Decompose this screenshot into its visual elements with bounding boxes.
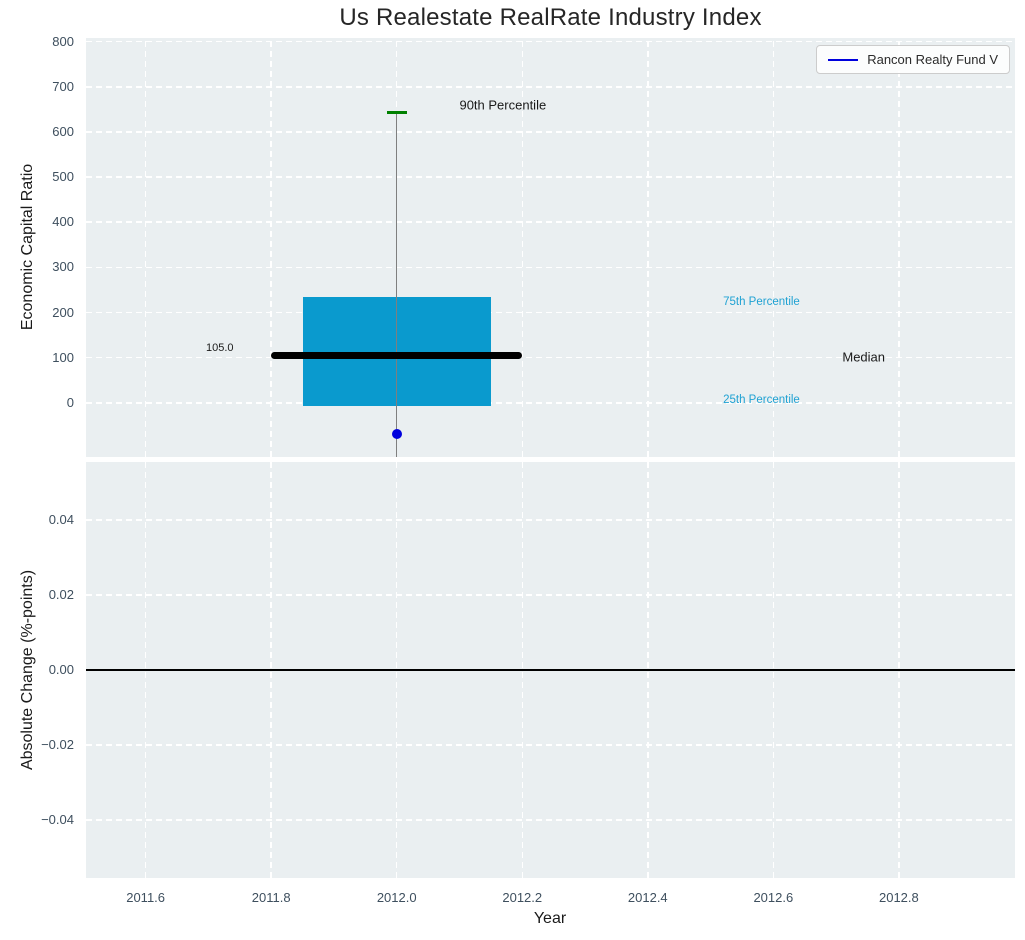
annotation-median: Median	[842, 349, 886, 365]
zero-line	[86, 669, 1015, 671]
median-line	[271, 351, 523, 359]
top-y-tick-label: 600	[52, 123, 74, 139]
x-tick-label: 2011.8	[251, 890, 291, 905]
legend-label: Rancon Realty Fund V	[867, 52, 998, 67]
gridline-vertical	[144, 38, 147, 457]
bottom-y-tick-label: 0.04	[48, 511, 74, 527]
top-y-tick-label: 0	[66, 394, 74, 410]
gridline-horizontal	[86, 266, 1015, 269]
whisker-line	[395, 112, 398, 457]
chart-title: Us Realestate RealRate Industry Index	[339, 4, 762, 31]
gridline-vertical	[647, 38, 649, 457]
whisker-cap-90th	[386, 110, 407, 114]
gridline-horizontal	[86, 176, 1015, 178]
bottom-y-tick-label: 0.02	[48, 586, 74, 602]
x-tick-label: 2012.0	[376, 890, 417, 905]
annotation-105-0: 105.0	[205, 341, 234, 354]
annotation-90th-percentile: 90th Percentile	[459, 97, 547, 113]
bottom-y-tick-label: −0.04	[41, 811, 74, 827]
top-y-tick-label: 400	[52, 213, 74, 229]
gridline-horizontal	[86, 221, 1015, 223]
fund-point	[391, 429, 402, 440]
bottom-y-tick-label: 0.00	[48, 661, 74, 677]
gridline-vertical	[270, 38, 272, 457]
x-tick-label: 2012.8	[878, 890, 919, 905]
annotation-75th-percentile: 75th Percentile	[723, 296, 800, 309]
gridline-horizontal	[86, 131, 1015, 133]
figure: Us Realestate RealRate Industry Index 90…	[0, 0, 1025, 940]
bottom-y-tick-label: −0.02	[41, 736, 74, 752]
top-y-tick-label: 700	[52, 78, 74, 94]
gridline-horizontal	[86, 402, 1015, 404]
top-y-tick-label: 800	[52, 33, 74, 49]
x-tick-label: 2011.6	[126, 890, 166, 905]
x-tick-label: 2012.4	[627, 890, 668, 905]
x-axis-label: Year	[533, 910, 567, 927]
gridline-horizontal	[86, 40, 1015, 43]
gridline-horizontal	[86, 744, 1015, 746]
top-plot-area: 90th Percentile 75th Percentile Median 25th…	[86, 38, 1015, 457]
legend: Rancon Realty Fund V	[816, 45, 1010, 74]
top-y-tick-label: 300	[52, 259, 74, 275]
top-y-tick-label: 200	[52, 304, 74, 320]
x-tick-label: 2012.2	[502, 890, 543, 905]
top-y-tick-label: 500	[52, 168, 74, 184]
x-tick-label: 2012.6	[753, 890, 794, 905]
gridline-horizontal	[86, 311, 1015, 314]
gridline-horizontal	[86, 819, 1015, 821]
gridline-horizontal	[86, 594, 1015, 596]
top-y-tick-label: 100	[52, 349, 74, 365]
gridline-horizontal	[86, 86, 1015, 88]
legend-line-sample	[828, 58, 859, 61]
gridline-horizontal	[86, 519, 1015, 521]
gridline-vertical	[898, 38, 900, 457]
annotation-25th-percentile: 25th Percentile	[723, 393, 800, 406]
bottom-plot-area	[86, 462, 1015, 878]
